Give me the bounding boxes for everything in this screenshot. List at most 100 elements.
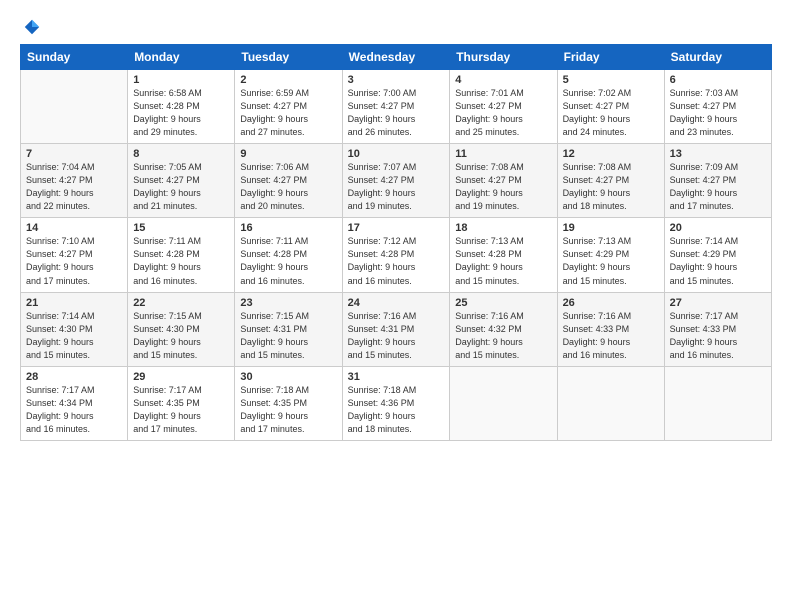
day-number: 13 xyxy=(670,148,766,160)
calendar-cell: 17Sunrise: 7:12 AM Sunset: 4:28 PM Dayli… xyxy=(342,218,450,292)
day-info: Sunrise: 7:17 AM Sunset: 4:34 PM Dayligh… xyxy=(26,384,122,436)
day-number: 26 xyxy=(563,297,659,309)
calendar-cell: 18Sunrise: 7:13 AM Sunset: 4:28 PM Dayli… xyxy=(450,218,557,292)
day-info: Sunrise: 7:12 AM Sunset: 4:28 PM Dayligh… xyxy=(348,235,445,287)
calendar-cell: 4Sunrise: 7:01 AM Sunset: 4:27 PM Daylig… xyxy=(450,70,557,144)
calendar-cell: 21Sunrise: 7:14 AM Sunset: 4:30 PM Dayli… xyxy=(21,292,128,366)
calendar-week-row: 14Sunrise: 7:10 AM Sunset: 4:27 PM Dayli… xyxy=(21,218,772,292)
day-info: Sunrise: 7:16 AM Sunset: 4:31 PM Dayligh… xyxy=(348,310,445,362)
calendar-cell: 2Sunrise: 6:59 AM Sunset: 4:27 PM Daylig… xyxy=(235,70,342,144)
day-number: 17 xyxy=(348,222,445,234)
day-info: Sunrise: 7:10 AM Sunset: 4:27 PM Dayligh… xyxy=(26,235,122,287)
calendar-cell: 20Sunrise: 7:14 AM Sunset: 4:29 PM Dayli… xyxy=(664,218,771,292)
calendar-cell: 22Sunrise: 7:15 AM Sunset: 4:30 PM Dayli… xyxy=(128,292,235,366)
calendar-cell: 16Sunrise: 7:11 AM Sunset: 4:28 PM Dayli… xyxy=(235,218,342,292)
calendar-cell: 29Sunrise: 7:17 AM Sunset: 4:35 PM Dayli… xyxy=(128,366,235,440)
calendar-cell: 25Sunrise: 7:16 AM Sunset: 4:32 PM Dayli… xyxy=(450,292,557,366)
day-info: Sunrise: 7:03 AM Sunset: 4:27 PM Dayligh… xyxy=(670,87,766,139)
calendar-cell: 6Sunrise: 7:03 AM Sunset: 4:27 PM Daylig… xyxy=(664,70,771,144)
calendar-cell: 7Sunrise: 7:04 AM Sunset: 4:27 PM Daylig… xyxy=(21,144,128,218)
day-number: 18 xyxy=(455,222,551,234)
day-number: 29 xyxy=(133,371,229,383)
day-info: Sunrise: 7:16 AM Sunset: 4:32 PM Dayligh… xyxy=(455,310,551,362)
page: SundayMondayTuesdayWednesdayThursdayFrid… xyxy=(0,0,792,612)
day-number: 10 xyxy=(348,148,445,160)
logo-icon xyxy=(23,18,41,36)
day-info: Sunrise: 7:01 AM Sunset: 4:27 PM Dayligh… xyxy=(455,87,551,139)
day-number: 19 xyxy=(563,222,659,234)
day-number: 9 xyxy=(240,148,336,160)
calendar-cell: 10Sunrise: 7:07 AM Sunset: 4:27 PM Dayli… xyxy=(342,144,450,218)
calendar-cell: 26Sunrise: 7:16 AM Sunset: 4:33 PM Dayli… xyxy=(557,292,664,366)
day-number: 7 xyxy=(26,148,122,160)
logo xyxy=(20,18,41,36)
day-number: 11 xyxy=(455,148,551,160)
day-info: Sunrise: 7:08 AM Sunset: 4:27 PM Dayligh… xyxy=(563,161,659,213)
calendar-table: SundayMondayTuesdayWednesdayThursdayFrid… xyxy=(20,44,772,441)
calendar-cell: 11Sunrise: 7:08 AM Sunset: 4:27 PM Dayli… xyxy=(450,144,557,218)
day-number: 4 xyxy=(455,74,551,86)
day-number: 21 xyxy=(26,297,122,309)
day-number: 30 xyxy=(240,371,336,383)
day-number: 3 xyxy=(348,74,445,86)
weekday-header-monday: Monday xyxy=(128,45,235,70)
day-number: 31 xyxy=(348,371,445,383)
day-number: 1 xyxy=(133,74,229,86)
day-info: Sunrise: 7:18 AM Sunset: 4:35 PM Dayligh… xyxy=(240,384,336,436)
day-number: 15 xyxy=(133,222,229,234)
day-number: 12 xyxy=(563,148,659,160)
calendar-cell: 19Sunrise: 7:13 AM Sunset: 4:29 PM Dayli… xyxy=(557,218,664,292)
day-info: Sunrise: 7:00 AM Sunset: 4:27 PM Dayligh… xyxy=(348,87,445,139)
calendar-cell: 13Sunrise: 7:09 AM Sunset: 4:27 PM Dayli… xyxy=(664,144,771,218)
calendar-cell: 23Sunrise: 7:15 AM Sunset: 4:31 PM Dayli… xyxy=(235,292,342,366)
weekday-header-wednesday: Wednesday xyxy=(342,45,450,70)
day-number: 2 xyxy=(240,74,336,86)
calendar-week-row: 7Sunrise: 7:04 AM Sunset: 4:27 PM Daylig… xyxy=(21,144,772,218)
calendar-cell: 8Sunrise: 7:05 AM Sunset: 4:27 PM Daylig… xyxy=(128,144,235,218)
header xyxy=(20,18,772,36)
weekday-header-friday: Friday xyxy=(557,45,664,70)
day-number: 6 xyxy=(670,74,766,86)
calendar-cell: 24Sunrise: 7:16 AM Sunset: 4:31 PM Dayli… xyxy=(342,292,450,366)
calendar-cell: 27Sunrise: 7:17 AM Sunset: 4:33 PM Dayli… xyxy=(664,292,771,366)
calendar-cell: 31Sunrise: 7:18 AM Sunset: 4:36 PM Dayli… xyxy=(342,366,450,440)
day-info: Sunrise: 7:15 AM Sunset: 4:31 PM Dayligh… xyxy=(240,310,336,362)
weekday-header-saturday: Saturday xyxy=(664,45,771,70)
calendar-week-row: 21Sunrise: 7:14 AM Sunset: 4:30 PM Dayli… xyxy=(21,292,772,366)
day-number: 16 xyxy=(240,222,336,234)
day-info: Sunrise: 7:07 AM Sunset: 4:27 PM Dayligh… xyxy=(348,161,445,213)
day-number: 14 xyxy=(26,222,122,234)
day-number: 22 xyxy=(133,297,229,309)
day-info: Sunrise: 7:13 AM Sunset: 4:29 PM Dayligh… xyxy=(563,235,659,287)
calendar-cell: 1Sunrise: 6:58 AM Sunset: 4:28 PM Daylig… xyxy=(128,70,235,144)
day-number: 25 xyxy=(455,297,551,309)
calendar-cell: 14Sunrise: 7:10 AM Sunset: 4:27 PM Dayli… xyxy=(21,218,128,292)
day-info: Sunrise: 6:59 AM Sunset: 4:27 PM Dayligh… xyxy=(240,87,336,139)
day-number: 28 xyxy=(26,371,122,383)
calendar-cell xyxy=(21,70,128,144)
weekday-header-thursday: Thursday xyxy=(450,45,557,70)
calendar-cell xyxy=(664,366,771,440)
weekday-header-tuesday: Tuesday xyxy=(235,45,342,70)
day-info: Sunrise: 7:17 AM Sunset: 4:35 PM Dayligh… xyxy=(133,384,229,436)
day-number: 24 xyxy=(348,297,445,309)
day-info: Sunrise: 7:04 AM Sunset: 4:27 PM Dayligh… xyxy=(26,161,122,213)
calendar-cell xyxy=(450,366,557,440)
day-info: Sunrise: 7:11 AM Sunset: 4:28 PM Dayligh… xyxy=(133,235,229,287)
day-info: Sunrise: 7:09 AM Sunset: 4:27 PM Dayligh… xyxy=(670,161,766,213)
day-info: Sunrise: 7:02 AM Sunset: 4:27 PM Dayligh… xyxy=(563,87,659,139)
calendar-week-row: 28Sunrise: 7:17 AM Sunset: 4:34 PM Dayli… xyxy=(21,366,772,440)
day-info: Sunrise: 7:14 AM Sunset: 4:29 PM Dayligh… xyxy=(670,235,766,287)
day-number: 23 xyxy=(240,297,336,309)
calendar-week-row: 1Sunrise: 6:58 AM Sunset: 4:28 PM Daylig… xyxy=(21,70,772,144)
day-info: Sunrise: 7:16 AM Sunset: 4:33 PM Dayligh… xyxy=(563,310,659,362)
weekday-header-sunday: Sunday xyxy=(21,45,128,70)
day-number: 20 xyxy=(670,222,766,234)
day-number: 5 xyxy=(563,74,659,86)
calendar-cell: 12Sunrise: 7:08 AM Sunset: 4:27 PM Dayli… xyxy=(557,144,664,218)
day-info: Sunrise: 7:08 AM Sunset: 4:27 PM Dayligh… xyxy=(455,161,551,213)
day-info: Sunrise: 7:15 AM Sunset: 4:30 PM Dayligh… xyxy=(133,310,229,362)
day-info: Sunrise: 7:14 AM Sunset: 4:30 PM Dayligh… xyxy=(26,310,122,362)
day-info: Sunrise: 7:13 AM Sunset: 4:28 PM Dayligh… xyxy=(455,235,551,287)
calendar-cell xyxy=(557,366,664,440)
